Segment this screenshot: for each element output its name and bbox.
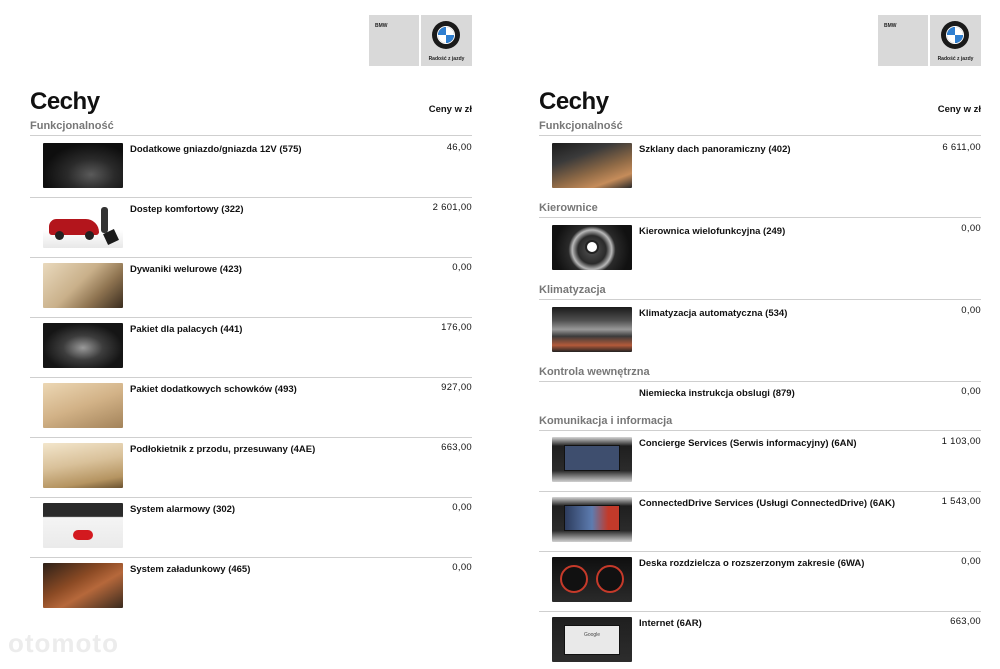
panoramic-roof-image (552, 143, 632, 188)
feature-item: Podłokietnik z przodu, przesuwany (4AE) … (30, 438, 472, 498)
feature-name: Pakiet dodatkowych schowków (493) (130, 384, 297, 395)
feature-item: Dywaniki welurowe (423) 0,00 (30, 258, 472, 318)
feature-name: Dywaniki welurowe (423) (130, 264, 242, 275)
feature-item: Klimatyzacja automatyczna (534) 0,00 (539, 302, 981, 362)
feature-price: 0,00 (961, 223, 981, 234)
feature-name: Internet (6AR) (639, 618, 702, 629)
feature-item: System alarmowy (302) 0,00 (30, 498, 472, 558)
slogan-text: Radość z jazdy (428, 56, 465, 62)
bmw-roundel-icon (432, 21, 460, 49)
feature-item: Szklany dach panoramiczny (402) 6 611,00 (539, 138, 981, 198)
connecteddrive-screen-image (552, 497, 632, 542)
section-title-kierownice: Kierownice (539, 202, 981, 218)
feature-price: 0,00 (961, 386, 981, 397)
feature-price: 6 611,00 (942, 142, 981, 153)
price-column-header: Ceny w zł (428, 104, 472, 115)
page-title: Cechy (539, 88, 609, 115)
slogan-text: Radość z jazdy (937, 56, 974, 62)
feature-price: 663,00 (950, 616, 981, 627)
section-title-funkcjonalnosc: Funkcjonalność (539, 120, 981, 136)
climate-control-image (552, 307, 632, 352)
brand-tile: BMW (878, 15, 928, 66)
brand-text: BMW (884, 23, 897, 29)
feature-name: Kierownica wielofunkcyjna (249) (639, 226, 786, 237)
feature-name: Szklany dach panoramiczny (402) (639, 144, 791, 155)
roundel-tile: Radość z jazdy (930, 15, 981, 66)
feature-price: 46,00 (446, 142, 472, 153)
feature-price: 2 601,00 (432, 202, 472, 213)
bmw-logo-block: BMW Radość z jazdy (878, 15, 981, 66)
concierge-screen-image (552, 437, 632, 482)
feature-name: Deska rozdzielcza o rozszerzonym zakresi… (639, 558, 865, 569)
floor-mats-image (43, 263, 123, 308)
price-column-header: Ceny w zł (937, 104, 981, 115)
feature-item: Google Internet (6AR) 663,00 (539, 612, 981, 669)
car-trunk-image (43, 203, 123, 248)
feature-price: 0,00 (961, 305, 981, 316)
ashtray-image (43, 323, 123, 368)
roundel-tile: Radość z jazdy (421, 15, 472, 66)
feature-item: Pakiet dodatkowych schowków (493) 927,00 (30, 378, 472, 438)
watermark-text: otomoto (8, 628, 119, 658)
armrest-image (43, 443, 123, 488)
section-title-funkcjonalnosc: Funkcjonalność (30, 120, 472, 136)
steering-wheel-image (552, 225, 632, 270)
feature-item: Niemiecka instrukcja obslugi (879) 0,00 (539, 382, 981, 412)
brand-tile: BMW (369, 15, 419, 66)
storage-image (43, 383, 123, 428)
brand-text: BMW (375, 23, 388, 29)
feature-price: 0,00 (452, 262, 472, 273)
feature-item: Concierge Services (Serwis informacyjny)… (539, 432, 981, 492)
section-title-kontrola-wewnetrzna: Kontrola wewnętrzna (539, 366, 981, 382)
feature-item: Kierownica wielofunkcyjna (249) 0,00 (539, 220, 981, 280)
feature-name: ConnectedDrive Services (Usługi Connecte… (639, 498, 896, 509)
feature-price: 927,00 (441, 382, 472, 393)
left-page: BMW Radość z jazdy Cechy Ceny w zł Funkc… (30, 0, 472, 669)
feature-price: 1 543,00 (941, 496, 981, 507)
feature-item: Dostep komfortowy (322) 2 601,00 (30, 198, 472, 258)
feature-item: System załadunkowy (465) 0,00 (30, 558, 472, 618)
feature-name: Klimatyzacja automatyczna (534) (639, 308, 788, 319)
right-page: BMW Radość z jazdy Cechy Ceny w zł Funkc… (539, 0, 981, 669)
feature-name: Dodatkowe gniazdo/gniazda 12V (575) (130, 144, 302, 155)
section-title-komunikacja: Komunikacja i informacja (539, 415, 981, 431)
feature-name: Dostep komfortowy (322) (130, 204, 244, 215)
feature-item: ConnectedDrive Services (Usługi Connecte… (539, 492, 981, 552)
feature-name: System alarmowy (302) (130, 504, 236, 515)
screen-text: Google (583, 632, 601, 638)
alarm-image (43, 503, 123, 548)
feature-price: 0,00 (961, 556, 981, 567)
feature-item: Deska rozdzielcza o rozszerzonym zakresi… (539, 552, 981, 612)
feature-price: 0,00 (452, 502, 472, 513)
feature-name: System załadunkowy (465) (130, 564, 251, 575)
feature-item: Pakiet dla palacych (441) 176,00 (30, 318, 472, 378)
feature-price: 0,00 (452, 562, 472, 573)
feature-price: 663,00 (441, 442, 472, 453)
bmw-roundel-icon (941, 21, 969, 49)
feature-price: 1 103,00 (941, 436, 981, 447)
section-title-klimatyzacja: Klimatyzacja (539, 284, 981, 300)
feature-name: Pakiet dla palacych (441) (130, 324, 243, 335)
feature-price: 176,00 (441, 322, 472, 333)
page-title: Cechy (30, 88, 100, 115)
feature-name: Podłokietnik z przodu, przesuwany (4AE) (130, 444, 316, 455)
feature-name: Niemiecka instrukcja obslugi (879) (639, 388, 795, 399)
feature-item: Dodatkowe gniazdo/gniazda 12V (575) 46,0… (30, 138, 472, 198)
internet-screen-image: Google (552, 617, 632, 662)
feature-name: Concierge Services (Serwis informacyjny)… (639, 438, 857, 449)
loading-system-image (43, 563, 123, 608)
instrument-cluster-image (552, 557, 632, 602)
socket-image (43, 143, 123, 188)
bmw-logo-block: BMW Radość z jazdy (369, 15, 472, 66)
